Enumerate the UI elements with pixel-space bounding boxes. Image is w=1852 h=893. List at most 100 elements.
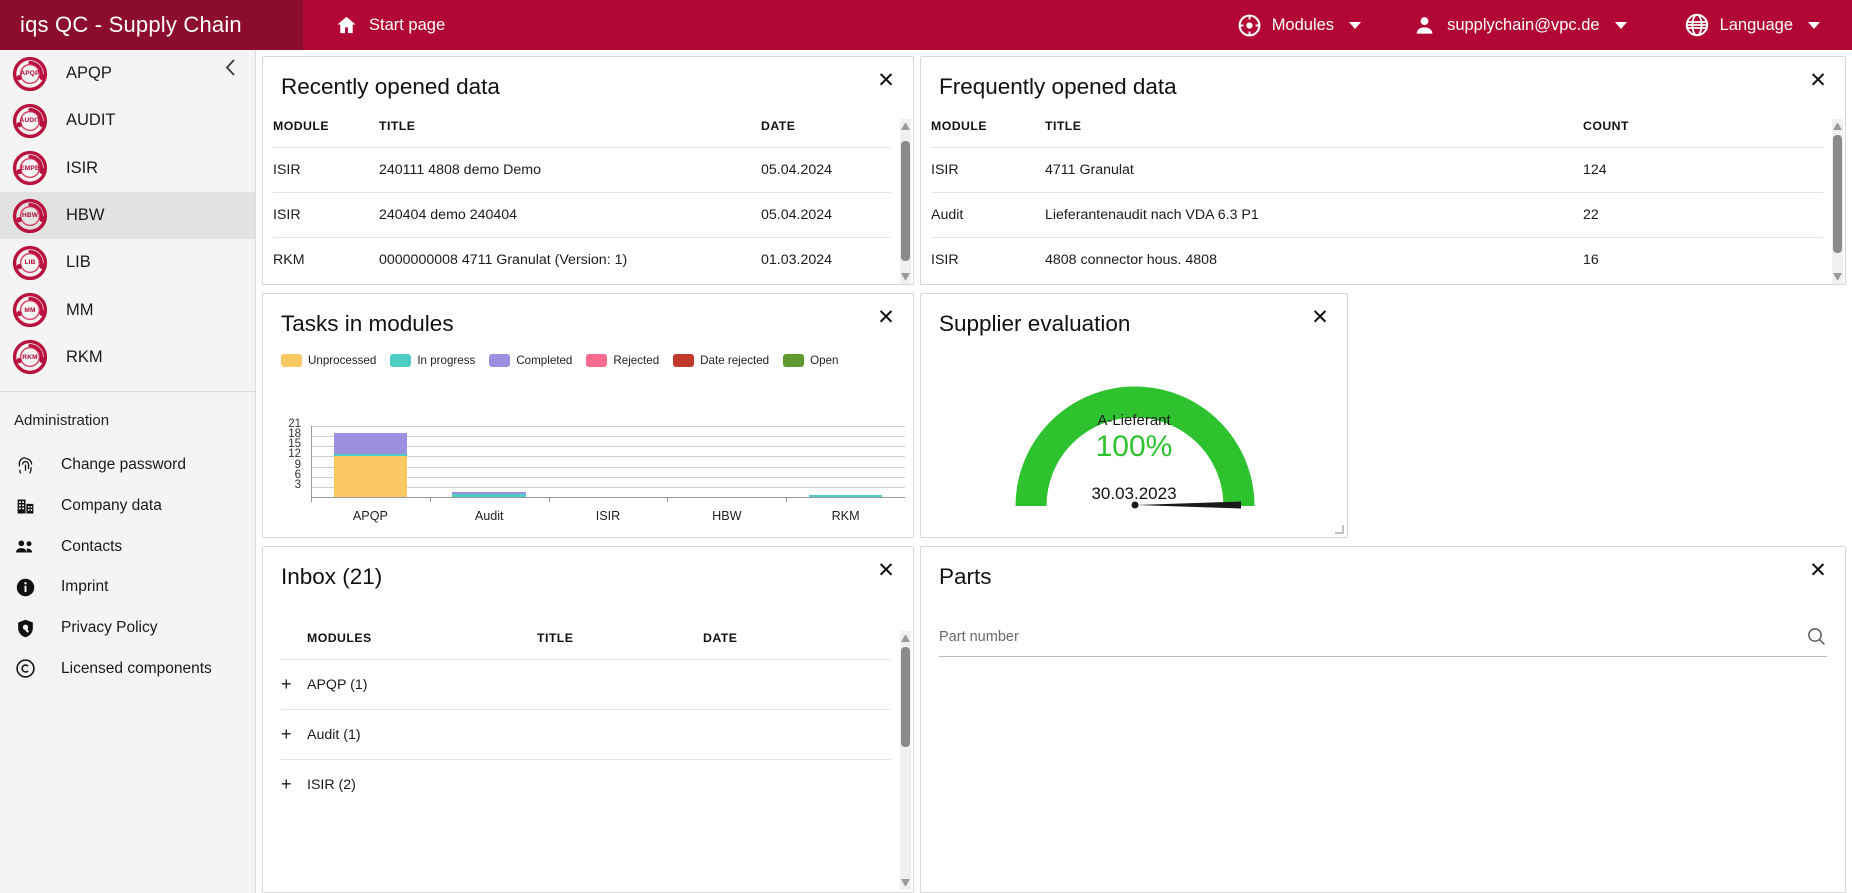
gauge-date-label: 30.03.2023 <box>921 484 1347 504</box>
search-icon[interactable] <box>1805 626 1827 647</box>
table-row[interactable]: ISIR4808 connector hous. 480816 <box>931 238 1823 283</box>
expand-toggle[interactable]: + <box>281 660 307 710</box>
cell-title: 0000000008 4711 Granulat (Version: 1) <box>379 238 761 283</box>
sidebar-item-mm[interactable]: MMMM <box>0 286 255 333</box>
scrollbar-thumb[interactable] <box>901 141 910 261</box>
sidebar-admin-company-data[interactable]: Company data <box>0 486 255 527</box>
scrollbar-thumb[interactable] <box>901 647 910 747</box>
vertical-scrollbar[interactable] <box>900 631 911 890</box>
language-menu[interactable]: Language <box>1671 0 1834 50</box>
scrollbar-thumb[interactable] <box>1833 135 1842 253</box>
sidebar-admin-privacy-policy[interactable]: Privacy Policy <box>0 608 255 649</box>
scroll-up-icon[interactable] <box>901 633 910 642</box>
x-axis-tick-label: RKM <box>786 509 905 523</box>
sidebar-item-apqp[interactable]: APQPAPQP <box>0 50 255 97</box>
module-ring-icon: APQP <box>12 56 48 92</box>
sidebar-admin-imprint[interactable]: Imprint <box>0 567 255 608</box>
inbox-group-row[interactable]: + Audit (1) <box>281 710 891 760</box>
sidebar-item-rkm[interactable]: RKMRKM <box>0 334 255 381</box>
sidebar-admin-change-password[interactable]: Change password <box>0 445 255 486</box>
inbox-group-row[interactable]: +ISIR (2) <box>281 760 891 810</box>
copyright-icon <box>14 658 36 680</box>
start-page-link[interactable]: Start page <box>321 0 459 50</box>
table-header-row: MODULETITLECOUNT <box>931 119 1823 148</box>
table-row[interactable]: ISIR240404 demo 24040405.04.2024 <box>273 193 891 238</box>
dashboard: Recently opened data ✕ MODULETITLEDATE I… <box>256 50 1852 893</box>
x-axis-tick-mark <box>786 497 787 502</box>
scroll-up-icon[interactable] <box>1833 121 1842 130</box>
inbox-group-row[interactable]: +APQP (1) <box>281 660 891 710</box>
bar-segment[interactable] <box>334 456 408 497</box>
cell-title: 4711 Granulat <box>1045 148 1583 193</box>
bar-segment[interactable] <box>334 454 408 456</box>
bar-segment[interactable] <box>334 433 408 454</box>
cell-date: 05.04.2024 <box>761 148 891 193</box>
vertical-scrollbar[interactable] <box>900 119 911 284</box>
expand-toggle[interactable]: + <box>281 760 307 810</box>
sidebar-item-isir[interactable]: EMPBISIR <box>0 145 255 192</box>
sidebar-item-lib[interactable]: LIB LIB <box>0 239 255 286</box>
x-axis-tick-label: HBW <box>667 509 786 523</box>
scroll-down-icon[interactable] <box>901 273 910 282</box>
table-row[interactable]: ISIR240111 4808 demo Demo05.04.2024 <box>273 148 891 193</box>
expand-toggle[interactable]: + <box>281 710 307 760</box>
scroll-down-icon[interactable] <box>1833 273 1842 282</box>
module-ring-label: AUDIT <box>12 103 48 139</box>
x-axis-tick-label: Audit <box>430 509 549 523</box>
sidebar-item-label: LIB <box>66 253 91 272</box>
module-ring-icon: EMPB <box>12 150 48 186</box>
inbox-table: MODULESTITLEDATE +APQP (1)+Audit (1)+ISI… <box>281 631 891 809</box>
bar-segment[interactable] <box>452 494 526 497</box>
user-menu[interactable]: supplychain@vpc.de <box>1399 0 1641 50</box>
column-header: MODULES <box>307 631 537 660</box>
info-icon <box>14 576 36 598</box>
cell-title: Lieferantenaudit nach VDA 6.3 P1 <box>1045 193 1583 238</box>
part-number-input[interactable] <box>939 629 1805 645</box>
column-header: COUNT <box>1583 119 1823 148</box>
home-icon <box>335 14 358 37</box>
cell-title: 4808 connector hous. 4808 <box>1045 238 1583 283</box>
close-icon[interactable]: ✕ <box>1805 557 1831 583</box>
close-icon[interactable]: ✕ <box>1805 67 1831 93</box>
sidebar-admin-contacts[interactable]: Contacts <box>0 526 255 567</box>
cell-count: 22 <box>1583 193 1823 238</box>
cell-module: Audit (1) <box>307 710 537 760</box>
cell-module: ISIR <box>931 148 1045 193</box>
x-axis-line <box>311 497 905 498</box>
modules-menu[interactable]: Modules <box>1224 0 1375 50</box>
x-axis-tick-label: APQP <box>311 509 430 523</box>
column-header: TITLE <box>1045 119 1583 148</box>
recently-opened-data-card: Recently opened data ✕ MODULETITLEDATE I… <box>262 56 914 285</box>
bar-segment[interactable] <box>809 495 883 497</box>
table-row[interactable]: RKM0000000008 4711 Granulat (Version: 1)… <box>273 238 891 283</box>
cell-date: 01.03.2024 <box>761 238 891 283</box>
vertical-scrollbar[interactable] <box>1832 119 1843 284</box>
module-nav-list: APQPAPQPAUDITAUDITEMPBISIRHBWHBW LIB LIB MM… <box>0 50 255 381</box>
close-icon[interactable]: ✕ <box>1307 304 1333 330</box>
table-row[interactable]: ISIR4711 Granulat124 <box>931 148 1823 193</box>
table-row[interactable]: AuditLieferantenaudit nach VDA 6.3 P122 <box>931 193 1823 238</box>
inbox-card: Inbox (21) ✕ MODULESTITLEDATE +APQP (1)+… <box>262 546 914 893</box>
close-icon[interactable]: ✕ <box>873 557 899 583</box>
administration-section-title: Administration <box>0 392 255 445</box>
bar-segment[interactable] <box>452 492 526 494</box>
scroll-up-icon[interactable] <box>901 121 910 130</box>
scroll-down-icon[interactable] <box>901 879 910 888</box>
sidebar-item-audit[interactable]: AUDITAUDIT <box>0 97 255 144</box>
cell-title <box>537 660 703 710</box>
plus-icon[interactable]: + <box>281 774 299 795</box>
administration-nav-list: Change passwordCompany dataContactsImpri… <box>0 445 255 689</box>
cell-title: 240404 demo 240404 <box>379 193 761 238</box>
plus-icon[interactable]: + <box>281 674 299 695</box>
plus-icon[interactable]: + <box>281 724 299 745</box>
globe-icon <box>1685 13 1709 37</box>
sidebar-admin-label: Licensed components <box>61 660 212 678</box>
part-number-search-field[interactable] <box>939 617 1827 657</box>
sidebar-admin-licensed-components[interactable]: Licensed components <box>0 649 255 690</box>
close-icon[interactable]: ✕ <box>873 67 899 93</box>
resize-grip-icon[interactable] <box>1334 524 1344 534</box>
cell-module: RKM <box>273 238 379 283</box>
sidebar-collapse-button[interactable] <box>219 56 241 78</box>
module-ring-icon: LIB <box>12 245 48 281</box>
sidebar-item-hbw[interactable]: HBWHBW <box>0 192 255 239</box>
